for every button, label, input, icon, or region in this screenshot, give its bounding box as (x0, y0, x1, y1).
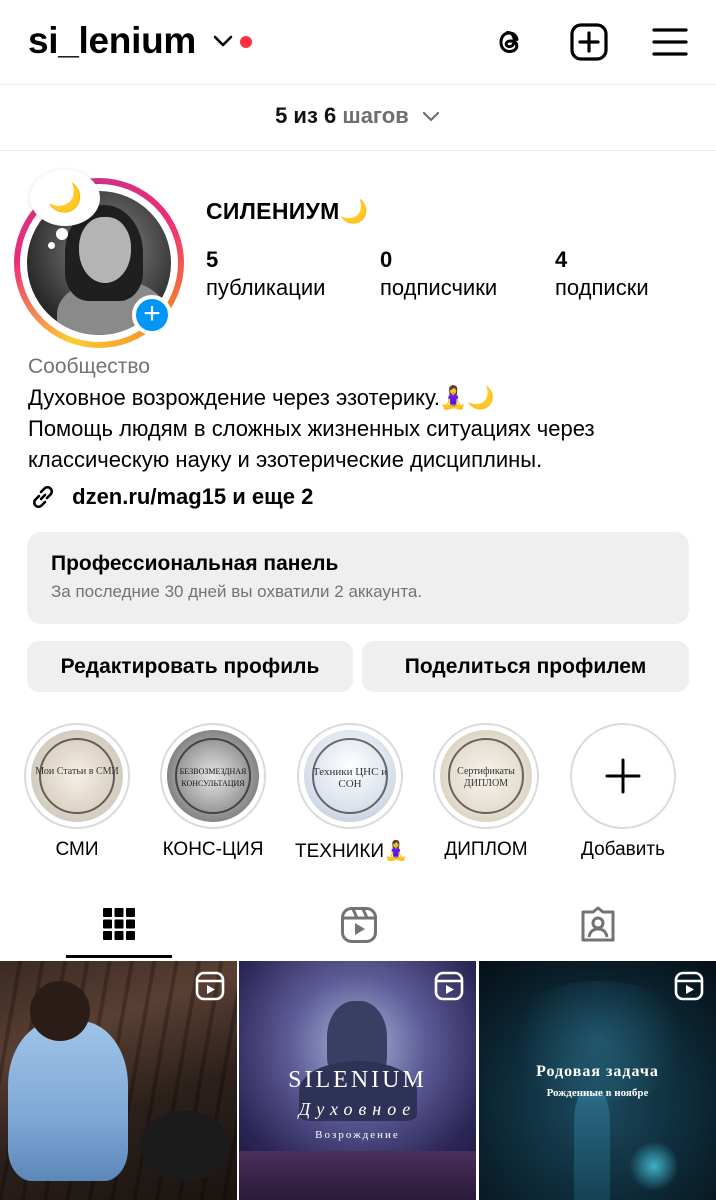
highlight-tehniki[interactable]: Техники ЦНС и СОН ТЕХНИКИ🧘‍♀️ (295, 723, 408, 863)
dashboard-subtitle: За последние 30 дней вы охватили 2 аккау… (51, 582, 423, 601)
link-icon (32, 485, 54, 509)
top-bar: si_lenium (0, 0, 716, 84)
display-name: СИЛЕНИУМ🌙 (206, 198, 369, 224)
tab-reels[interactable] (239, 888, 477, 958)
chevron-down-icon (422, 112, 440, 122)
profile-bio: Духовное возрождение через эзотерику.🧘‍♀… (28, 382, 708, 475)
highlight-label: ТЕХНИКИ🧘‍♀️ (295, 841, 408, 862)
highlight-cover: Сертификаты ДИПЛОМ (440, 730, 532, 822)
active-tab-indicator (66, 955, 172, 958)
plus-icon (605, 758, 641, 794)
highlight-cover: Мои Статьи в СМИ (31, 730, 123, 822)
stat-following[interactable]: 4 подписки (555, 246, 649, 302)
add-highlight-button[interactable]: Добавить (568, 723, 678, 861)
steps-label: шагов (342, 103, 409, 128)
highlight-label: Добавить (581, 839, 665, 860)
highlight-label: СМИ (55, 839, 99, 860)
tab-grid[interactable] (0, 888, 238, 958)
share-profile-button[interactable]: Поделиться профилем (362, 641, 689, 692)
professional-dashboard[interactable]: Профессиональная панель За последние 30 … (27, 532, 689, 624)
highlight-cover: Техники ЦНС и СОН (304, 730, 396, 822)
stat-posts[interactable]: 5 публикации (206, 246, 325, 302)
profile-category: Сообщество (28, 355, 150, 378)
post-thumbnail[interactable]: SILENIUM Духовное Возрождение (239, 961, 476, 1200)
post-subtitle: Духовное (298, 1099, 417, 1119)
notification-dot (240, 36, 252, 48)
steps-divider (0, 150, 716, 151)
setup-steps-banner[interactable]: 5 из 6 шагов (0, 85, 716, 149)
bio-line: Помощь людям в сложных жизненных ситуаци… (28, 416, 595, 472)
reel-icon (434, 971, 464, 1001)
chevron-down-icon[interactable] (212, 32, 234, 50)
stat-followers[interactable]: 0 подписчики (380, 246, 497, 302)
highlight-label: ДИПЛОМ (444, 839, 528, 860)
highlight-diplom[interactable]: Сертификаты ДИПЛОМ ДИПЛОМ (431, 723, 541, 861)
reel-icon (674, 971, 704, 1001)
profile-link[interactable]: dzen.ru/mag15 и еще 2 (28, 482, 313, 512)
add-story-button[interactable]: + (132, 295, 172, 335)
note-bubble[interactable]: 🌙 (30, 170, 100, 226)
reel-icon (195, 971, 225, 1001)
post-caption: Возрождение (315, 1129, 400, 1141)
threads-icon[interactable] (490, 22, 530, 62)
steps-progress: 5 из 6 (275, 103, 337, 128)
highlight-label: КОНС-ЦИЯ (162, 839, 264, 860)
username-switcher[interactable]: si_lenium (28, 20, 196, 62)
highlight-cover: БЕЗВОЗМЕЗДНАЯ КОНСУЛЬТАЦИЯ (167, 730, 259, 822)
create-icon[interactable] (569, 22, 609, 62)
post-title: SILENIUM (288, 1067, 427, 1093)
tab-tagged[interactable] (478, 888, 716, 958)
post-subtitle: Рожденные в ноябре (546, 1087, 649, 1099)
post-thumbnail[interactable]: Родовая задача Рожденные в ноябре (479, 961, 716, 1200)
menu-icon[interactable] (650, 22, 690, 62)
tagged-icon (581, 906, 615, 942)
highlight-kons[interactable]: БЕЗВОЗМЕЗДНАЯ КОНСУЛЬТАЦИЯ КОНС-ЦИЯ (158, 723, 268, 861)
highlight-smi[interactable]: Мои Статьи в СМИ СМИ (22, 723, 132, 861)
reels-icon (341, 907, 377, 943)
edit-profile-button[interactable]: Редактировать профиль (27, 641, 353, 692)
post-thumbnail[interactable] (0, 961, 237, 1200)
grid-icon (103, 908, 135, 940)
bio-line: Духовное возрождение через эзотерику.🧘‍♀… (28, 385, 495, 410)
dashboard-title: Профессиональная панель (51, 552, 339, 575)
link-text: dzen.ru/mag15 и еще 2 (72, 484, 314, 509)
post-title: Родовая задача (536, 1063, 659, 1080)
